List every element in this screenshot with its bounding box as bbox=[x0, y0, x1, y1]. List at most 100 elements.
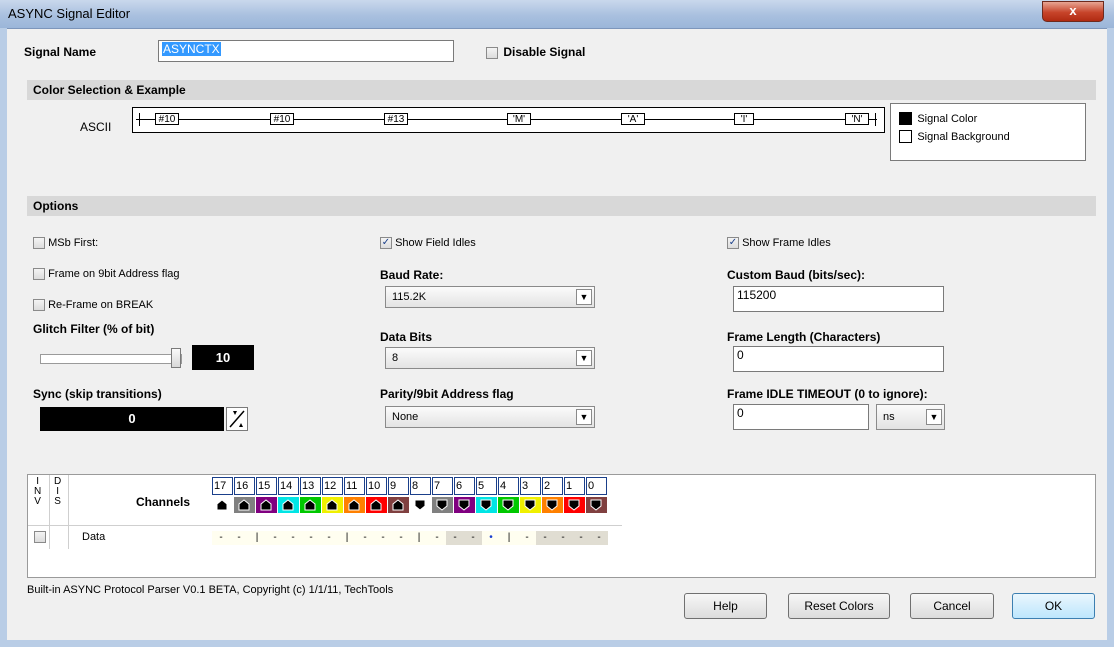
frame-9bit-checkbox[interactable]: Frame on 9bit Address flag bbox=[33, 268, 180, 281]
channel-pod-icon[interactable] bbox=[300, 497, 321, 513]
data-row-cell[interactable]: - bbox=[374, 531, 392, 545]
msb-first-checkbox[interactable]: MSb First: bbox=[33, 237, 98, 250]
channel-number[interactable]: 0 bbox=[586, 477, 607, 495]
glitch-filter-slider[interactable] bbox=[40, 348, 182, 368]
data-row-cell[interactable]: | bbox=[500, 531, 518, 545]
channel-number[interactable]: 1 bbox=[564, 477, 585, 495]
signal-background-item[interactable]: Signal Background bbox=[899, 129, 1010, 144]
channel-number[interactable]: 5 bbox=[476, 477, 497, 495]
data-row-cell[interactable]: - bbox=[356, 531, 374, 545]
channel-pod-icon[interactable] bbox=[476, 497, 497, 513]
data-row-cell[interactable]: - bbox=[590, 531, 608, 545]
ok-button[interactable]: OK bbox=[1012, 593, 1095, 619]
data-row-cell[interactable]: - bbox=[446, 531, 464, 545]
channel-pod-icon[interactable] bbox=[586, 497, 607, 513]
channel-number[interactable]: 9 bbox=[388, 477, 409, 495]
channel-pod-icon[interactable] bbox=[366, 497, 387, 513]
data-row-cell[interactable]: - bbox=[554, 531, 572, 545]
data-row-cell[interactable]: - bbox=[266, 531, 284, 545]
channel-pod-icon[interactable] bbox=[256, 497, 277, 513]
idle-timeout-input[interactable]: 0 bbox=[733, 404, 869, 430]
show-field-idles-box[interactable]: ✓ bbox=[380, 237, 392, 250]
channel-number[interactable]: 16 bbox=[234, 477, 255, 495]
disable-signal-checkbox[interactable]: Disable Signal bbox=[486, 45, 585, 59]
channel-number[interactable]: 17 bbox=[212, 477, 233, 495]
data-row-cell[interactable]: - bbox=[392, 531, 410, 545]
signal-example-waveform[interactable]: #10 #10 #13 'M' 'A' 'I' 'N' bbox=[132, 107, 885, 133]
channel-number[interactable]: 15 bbox=[256, 477, 277, 495]
channel-pod-icon[interactable] bbox=[212, 497, 233, 513]
channel-pod-icon[interactable] bbox=[564, 497, 585, 513]
channel-pod-icon[interactable] bbox=[322, 497, 343, 513]
signal-name-input[interactable]: ASYNCTX bbox=[158, 40, 454, 62]
data-row-cell[interactable]: - bbox=[518, 531, 536, 545]
data-row-cell[interactable]: - bbox=[536, 531, 554, 545]
data-row-cell[interactable]: • bbox=[482, 531, 500, 545]
slider-thumb[interactable] bbox=[171, 348, 181, 368]
parity-select[interactable]: None ▼ bbox=[385, 406, 595, 428]
channel-number[interactable]: 10 bbox=[366, 477, 387, 495]
column-divider bbox=[68, 475, 69, 549]
disable-signal-box[interactable] bbox=[486, 46, 498, 59]
sync-value[interactable]: 0 bbox=[40, 407, 224, 431]
data-row-cell[interactable]: | bbox=[248, 531, 266, 545]
frame-9bit-box[interactable] bbox=[33, 268, 45, 281]
msb-first-box[interactable] bbox=[33, 237, 45, 250]
channel-number[interactable]: 3 bbox=[520, 477, 541, 495]
help-button[interactable]: Help bbox=[684, 593, 767, 619]
signal-color-swatch[interactable] bbox=[899, 112, 912, 126]
show-field-idles-checkbox[interactable]: ✓ Show Field Idles bbox=[380, 237, 476, 250]
custom-baud-input[interactable]: 115200 bbox=[733, 286, 944, 312]
cancel-button[interactable]: Cancel bbox=[910, 593, 994, 619]
channel-number[interactable]: 4 bbox=[498, 477, 519, 495]
idle-timeout-unit-select[interactable]: ns ▼ bbox=[876, 404, 945, 430]
channel-number[interactable]: 11 bbox=[344, 477, 365, 495]
data-row-cell[interactable]: - bbox=[212, 531, 230, 545]
copyright-text: Built-in ASYNC Protocol Parser V0.1 BETA… bbox=[27, 584, 394, 596]
data-row-cell[interactable]: - bbox=[572, 531, 590, 545]
show-frame-idles-checkbox[interactable]: ✓ Show Frame Idles bbox=[727, 237, 831, 250]
channel-number[interactable]: 14 bbox=[278, 477, 299, 495]
channel-panel: I N V D I S Channels 17 16 15 14 13 12 11 10 9 8 7… bbox=[27, 474, 1096, 578]
data-row-cell[interactable]: - bbox=[320, 531, 338, 545]
data-row-cell[interactable]: - bbox=[464, 531, 482, 545]
data-row-cell[interactable]: - bbox=[284, 531, 302, 545]
channel-pod-icon[interactable] bbox=[432, 497, 453, 513]
channel-pod-icon[interactable] bbox=[388, 497, 409, 513]
chevron-down-icon[interactable]: ▼ bbox=[576, 350, 592, 366]
channel-number[interactable]: 12 bbox=[322, 477, 343, 495]
channel-number[interactable]: 13 bbox=[300, 477, 321, 495]
data-row-cell[interactable]: - bbox=[428, 531, 446, 545]
data-row-cell[interactable]: - bbox=[230, 531, 248, 545]
signal-color-item[interactable]: Signal Color bbox=[899, 111, 977, 126]
sync-spinner-button[interactable] bbox=[226, 407, 248, 431]
channel-number[interactable]: 7 bbox=[432, 477, 453, 495]
invert-checkbox[interactable] bbox=[34, 531, 46, 543]
data-row-cell[interactable]: - bbox=[302, 531, 320, 545]
channel-pod-icon[interactable] bbox=[278, 497, 299, 513]
data-bits-select[interactable]: 8 ▼ bbox=[385, 347, 595, 369]
close-button[interactable]: x bbox=[1042, 1, 1104, 22]
reframe-break-checkbox[interactable]: Re-Frame on BREAK bbox=[33, 299, 153, 312]
data-row-cell[interactable]: | bbox=[338, 531, 356, 545]
channel-pod-icon[interactable] bbox=[234, 497, 255, 513]
channel-number[interactable]: 6 bbox=[454, 477, 475, 495]
chevron-down-icon[interactable]: ▼ bbox=[576, 409, 592, 425]
channel-pod-icon[interactable] bbox=[520, 497, 541, 513]
baud-rate-select[interactable]: 115.2K ▼ bbox=[385, 286, 595, 308]
channel-number[interactable]: 8 bbox=[410, 477, 431, 495]
data-row-cell[interactable]: | bbox=[410, 531, 428, 545]
channel-pod-icon[interactable] bbox=[454, 497, 475, 513]
show-frame-idles-box[interactable]: ✓ bbox=[727, 237, 739, 250]
channel-pod-icon[interactable] bbox=[410, 497, 431, 513]
channel-pod-icon[interactable] bbox=[344, 497, 365, 513]
reset-colors-button[interactable]: Reset Colors bbox=[788, 593, 890, 619]
chevron-down-icon[interactable]: ▼ bbox=[576, 289, 592, 305]
chevron-down-icon[interactable]: ▼ bbox=[926, 409, 942, 425]
channel-number[interactable]: 2 bbox=[542, 477, 563, 495]
signal-background-swatch[interactable] bbox=[899, 130, 912, 144]
reframe-break-box[interactable] bbox=[33, 299, 45, 312]
channel-pod-icon[interactable] bbox=[542, 497, 563, 513]
frame-length-input[interactable]: 0 bbox=[733, 346, 944, 372]
channel-pod-icon[interactable] bbox=[498, 497, 519, 513]
